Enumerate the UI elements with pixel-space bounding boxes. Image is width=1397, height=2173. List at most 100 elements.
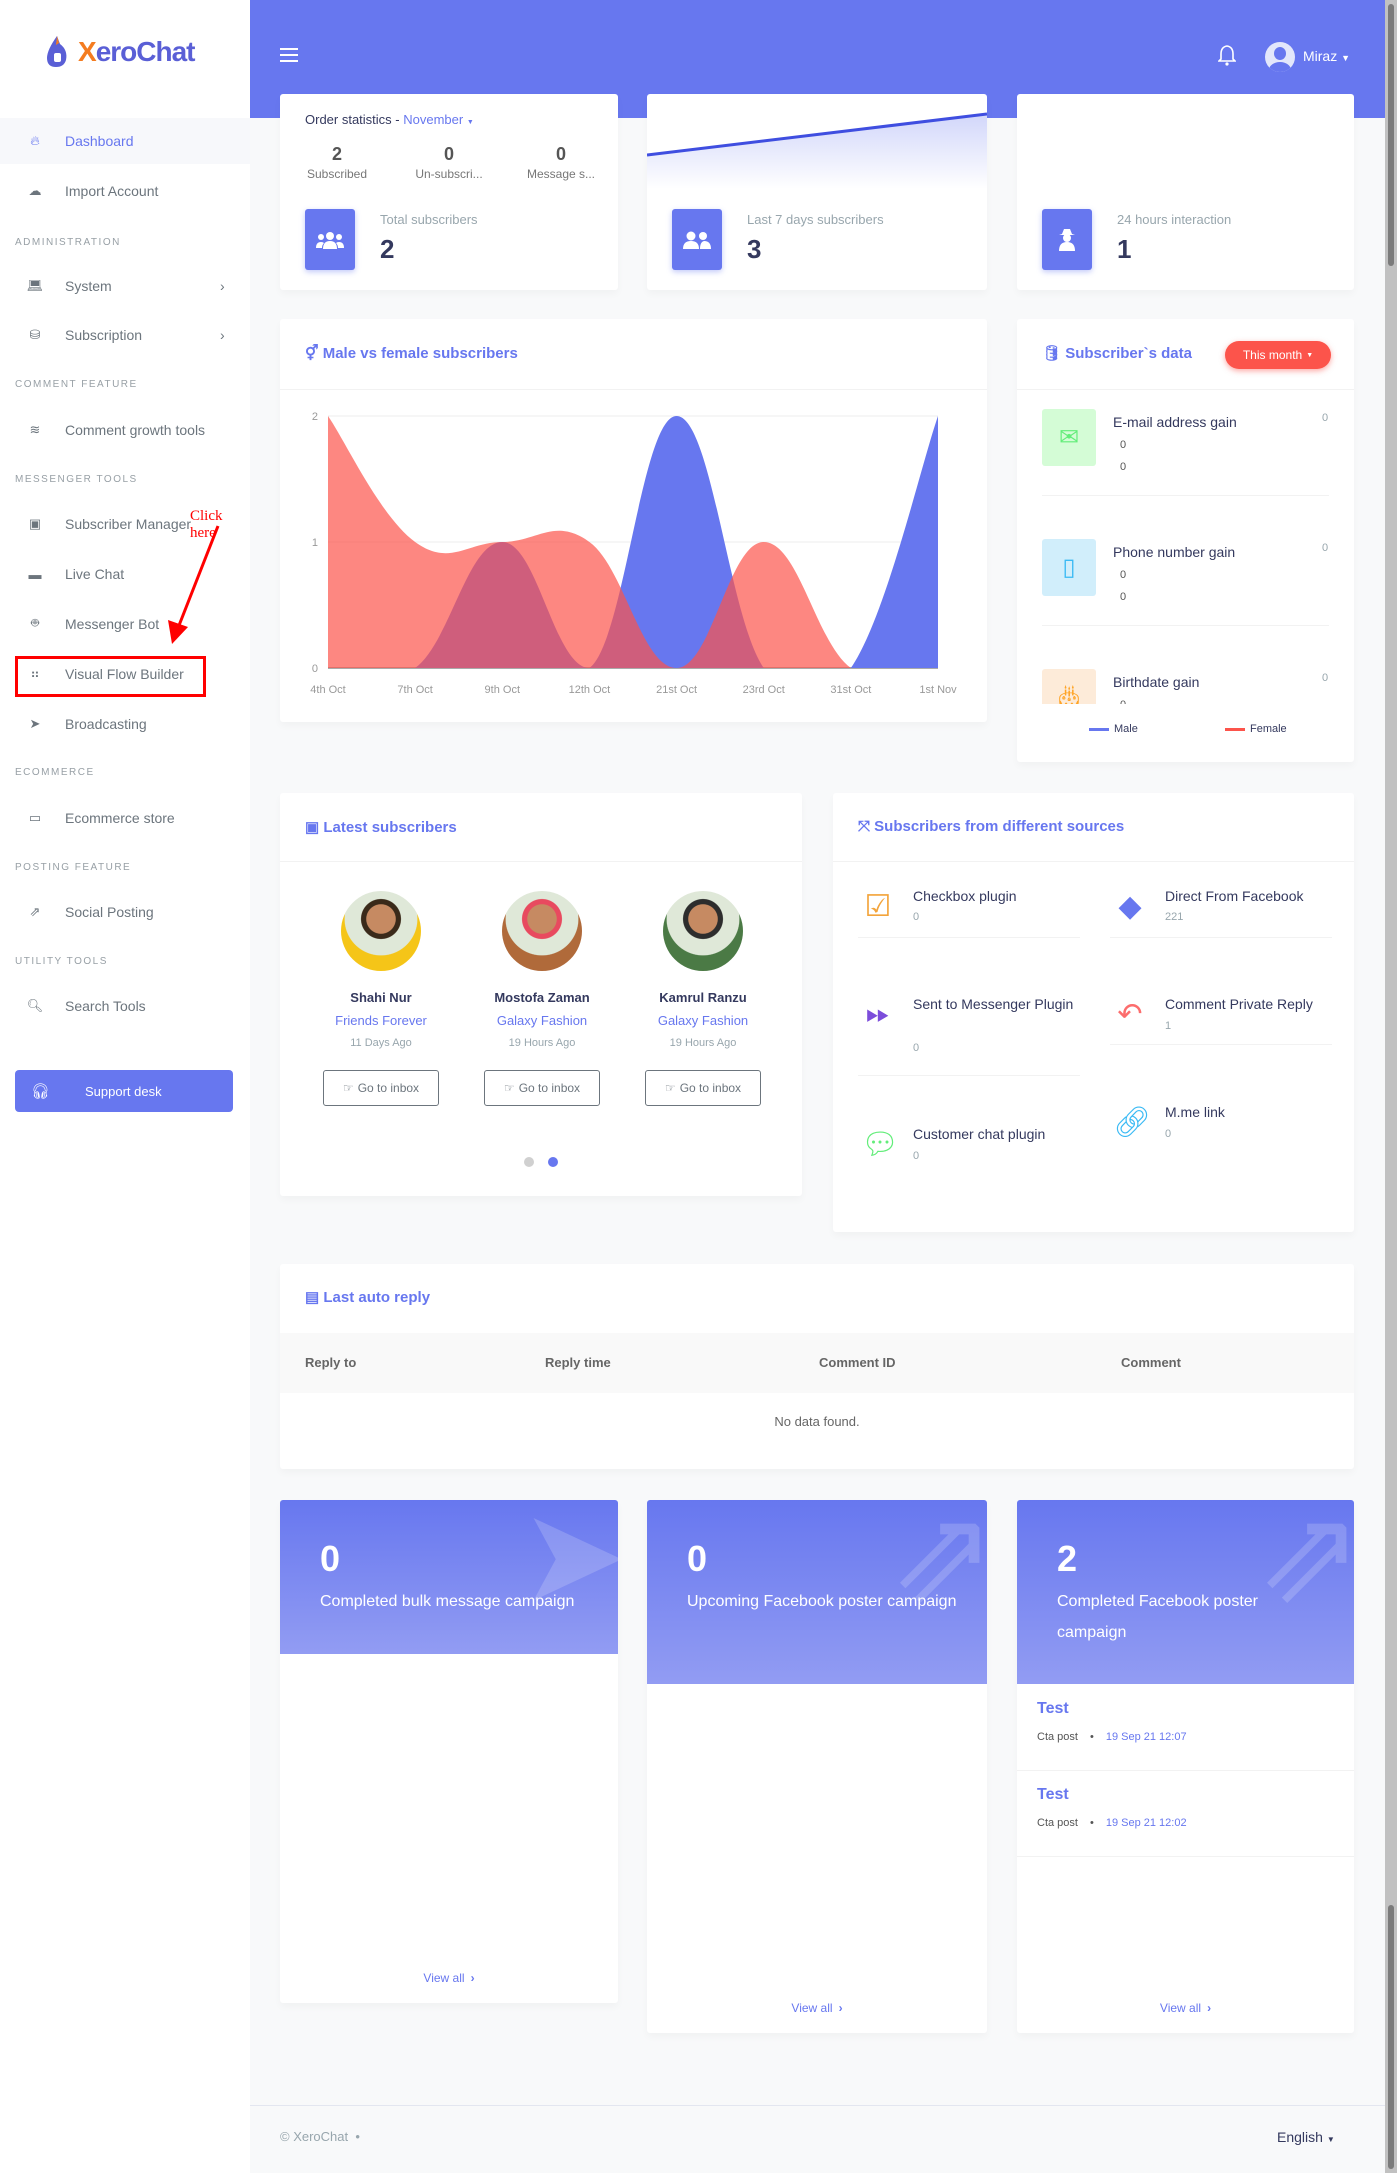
interaction-card: 24 hours interaction 1: [1017, 94, 1354, 290]
laptop-code-icon: 💻︎: [26, 278, 44, 293]
fast-forward-icon: ⏩︎: [866, 997, 890, 1030]
subscriber-page-link[interactable]: Galaxy Fashion: [462, 1013, 622, 1028]
scrollbar[interactable]: [1385, 0, 1397, 2173]
source-value: 221: [1165, 911, 1184, 923]
subscriber-time: 11 Days Ago: [350, 1037, 412, 1049]
hand-point-icon: ☞: [664, 1081, 676, 1095]
subscriber-avatar[interactable]: [663, 891, 743, 971]
campaign-label: Upcoming Facebook poster campaign: [687, 1593, 957, 1610]
check-square-icon: ☑: [864, 890, 892, 923]
sources-title: Subscribers from different sources: [874, 818, 1125, 835]
stat-value: 0: [555, 144, 566, 164]
no-data-message: No data found.: [774, 1414, 860, 1429]
campaign-label: Completed bulk message campaign: [320, 1593, 575, 1610]
interaction-label: 24 hours interaction: [1117, 212, 1232, 227]
sidebar-item-subscription[interactable]: ⛁ Subscription ›: [0, 312, 250, 358]
view-all-link[interactable]: View all ›: [1017, 2001, 1354, 2015]
sidebar-item-label: Social Posting: [65, 904, 154, 920]
sidebar-item-ecommerce-store[interactable]: ▭ Ecommerce store: [0, 795, 250, 841]
subscriber-page-link[interactable]: Galaxy Fashion: [623, 1013, 783, 1028]
go-to-inbox-button[interactable]: ☞ Go to inbox: [323, 1070, 439, 1106]
cloud-download-icon: ☁: [28, 183, 42, 198]
source-value: 0: [913, 1042, 920, 1054]
sidebar-item-label: Subscription: [65, 327, 143, 343]
sidebar: XeroChat 🔥︎ Dashboard ☁ Import Account ADMIN…: [0, 0, 250, 2173]
support-desk-button[interactable]: 🎧︎ Support desk: [15, 1070, 233, 1112]
carousel-dot-2[interactable]: [548, 1157, 558, 1167]
sidebar-item-label: Broadcasting: [65, 716, 147, 732]
subscriber-avatar[interactable]: [502, 891, 582, 971]
users-icon: [305, 209, 355, 270]
column-comment-id: Comment ID: [819, 1355, 896, 1370]
sidebar-section-utility-tools: UTILITY TOOLS: [15, 956, 108, 967]
view-all-link[interactable]: View all ›: [647, 2001, 987, 2015]
this-month-dropdown[interactable]: This month ▼: [1225, 341, 1331, 369]
order-statistics-card: Order statistics - November ▼ 2 Subscribe…: [280, 94, 618, 290]
data-item-total: 0: [1322, 672, 1329, 684]
data-item-title: Phone number gain: [1113, 544, 1236, 560]
support-desk-label: Support desk: [85, 1083, 162, 1099]
sidebar-item-comment-growth-tools[interactable]: ≋ Comment growth tools: [0, 407, 250, 453]
source-value: 1: [1165, 1020, 1172, 1032]
bell-icon[interactable]: [1218, 44, 1236, 66]
month-dropdown[interactable]: November ▼: [403, 112, 474, 127]
carousel-dot-1[interactable]: [524, 1157, 534, 1167]
go-to-inbox-button[interactable]: ☞ Go to inbox: [645, 1070, 761, 1106]
sidebar-item-broadcasting[interactable]: ➤ Broadcasting: [0, 701, 250, 747]
source-label: Sent to Messenger Plugin: [913, 996, 1074, 1012]
subscriber-data-card: 🛢︎ Subscriber`s data This month ▼ ✉ E-mail…: [1017, 319, 1354, 762]
source-label: Customer chat plugin: [913, 1126, 1046, 1142]
campaign-count: 0: [687, 1538, 708, 1579]
go-to-inbox-button[interactable]: ☞ Go to inbox: [484, 1070, 600, 1106]
sidebar-item-dashboard[interactable]: 🔥︎ Dashboard: [0, 118, 250, 164]
sidebar-section-messenger-tools: MESSENGER TOOLS: [15, 474, 138, 485]
sidebar-item-label: Dashboard: [65, 133, 134, 149]
user-menu[interactable]: Miraz ▼: [1303, 48, 1350, 64]
data-item-value: 0: [1120, 591, 1127, 603]
user-avatar[interactable]: [1265, 42, 1295, 72]
total-subscribers-value: 2: [380, 234, 395, 264]
subscriber-avatar[interactable]: [341, 891, 421, 971]
order-statistics-title: Order statistics -: [305, 112, 404, 127]
post-meta: Cta post • 19 Sep 21 12:07: [1037, 1731, 1187, 1743]
subscriber-time: 19 Hours Ago: [508, 1037, 576, 1049]
subscriber-page-link[interactable]: Friends Forever: [301, 1013, 461, 1028]
coins-icon: ⛁: [29, 327, 41, 342]
latest-subscribers-title: Latest subscribers: [323, 819, 457, 836]
sidebar-item-search-tools[interactable]: 🔍︎ Search Tools: [0, 983, 250, 1029]
x-tick-label: 1st Nov: [919, 684, 957, 696]
wechat-icon: 💬︎: [861, 1128, 900, 1161]
post-title-link[interactable]: Test: [1037, 1700, 1069, 1718]
post-title-link[interactable]: Test: [1037, 1786, 1069, 1804]
source-value: 0: [1165, 1128, 1172, 1140]
layers-icon: ≋: [29, 422, 41, 437]
menu-icon[interactable]: [280, 48, 298, 62]
view-all-link[interactable]: View all ›: [280, 1971, 618, 1985]
chevron-right-icon: ›: [838, 2001, 843, 2015]
stat-label: Un-subscri...: [415, 167, 483, 181]
birthday-cake-icon: 🎂︎: [1042, 669, 1096, 704]
language-dropdown[interactable]: English ▼: [1277, 2129, 1335, 2145]
last-7-days-value: 3: [747, 234, 762, 264]
legend-female: Female: [1225, 723, 1287, 735]
sidebar-item-system[interactable]: 💻︎ System ›: [0, 263, 250, 309]
campaign-label: Completed Facebook poster campaign: [1057, 1593, 1258, 1641]
campaign-count: 2: [1057, 1538, 1078, 1579]
subscriber-data-title: Subscriber`s data: [1065, 345, 1192, 362]
logo-icon: [47, 36, 67, 67]
link-icon: 🔗︎: [1113, 1106, 1152, 1139]
share-icon: ⇗: [29, 904, 41, 919]
x-tick-label: 12th Oct: [569, 684, 611, 696]
sidebar-item-import-account[interactable]: ☁ Import Account: [0, 168, 250, 214]
x-tick-label: 9th Oct: [485, 684, 520, 696]
gender-area-chart: 0 1 2 4th Oct 7th Oct 9th Oct 12th Oct 21st Oct…: [310, 411, 957, 696]
logo[interactable]: XeroChat: [44, 36, 195, 68]
sidebar-item-social-posting[interactable]: ⇗ Social Posting: [0, 889, 250, 935]
sidebar-section-posting-feature: POSTING FEATURE: [15, 862, 132, 873]
campaign-card: ⇗ 0 Upcoming Facebook poster campaign View …: [647, 1500, 987, 2033]
paper-plane-icon: ➤: [29, 716, 41, 731]
headset-icon: 🎧︎: [31, 1083, 51, 1100]
x-tick-label: 4th Oct: [310, 684, 345, 696]
source-label: Comment Private Reply: [1165, 996, 1313, 1012]
source-label: Checkbox plugin: [913, 888, 1017, 904]
